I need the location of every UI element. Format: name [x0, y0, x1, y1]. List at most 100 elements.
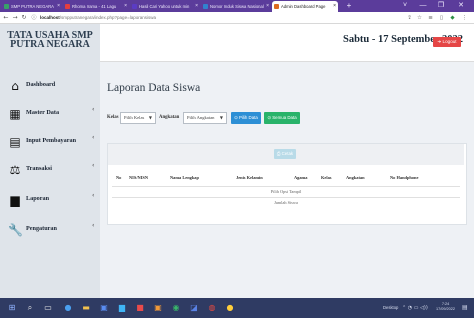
store-icon[interactable]: ▣ — [98, 302, 110, 314]
sidebar-item-transaksi[interactable]: ⚖ Transaksi ‹ — [0, 156, 100, 184]
kelas-label: Kelas — [107, 115, 119, 120]
sidebar-item-label: Transaksi — [26, 165, 53, 172]
app-yellow-icon[interactable]: ● — [224, 302, 236, 314]
angkatan-select[interactable]: Pilih Angkatan ▼ — [183, 112, 227, 124]
tab-search-button[interactable]: ˅ — [396, 0, 414, 12]
report-table-panel: ⎙ Cetak No NIS/NISN Nama Lengkap Jenis K… — [107, 143, 467, 225]
column-header: Angkatan — [346, 175, 365, 180]
file-explorer-icon[interactable]: ▬ — [80, 302, 92, 314]
logout-button[interactable]: ➜ Logout — [433, 37, 461, 47]
file-icon: ▆ — [10, 193, 20, 207]
app-green-icon[interactable]: ◉ — [170, 302, 182, 314]
close-tab-icon[interactable]: × — [333, 1, 336, 12]
sidebar-item-dashboard[interactable]: ⌂ Dashboard — [0, 72, 100, 100]
forward-icon[interactable]: → — [11, 12, 19, 24]
reading-list-icon[interactable]: ≡ — [426, 12, 435, 24]
windows-taskbar: ⊞ ⌕ ▭ ● ▬ ▣ ▆ ■ ▣ ◉ ◪ ◍ ● Desktop ⌃ ◔ ▭ … — [0, 298, 474, 318]
app-blue-icon[interactable]: ◪ — [188, 302, 200, 314]
tab-favicon-icon — [203, 4, 208, 9]
new-tab-button[interactable]: + — [340, 0, 358, 12]
notification-icon[interactable]: ▤ — [462, 298, 468, 318]
chevron-left-icon: ‹ — [92, 106, 95, 113]
chevron-down-icon: ▼ — [219, 115, 223, 120]
close-tab-icon[interactable]: × — [266, 1, 269, 12]
semua-data-button[interactable]: ⊙ Semua Data — [264, 112, 300, 124]
column-header: Agama — [294, 175, 308, 180]
back-icon[interactable]: ← — [2, 12, 10, 24]
tab-favicon-icon — [4, 4, 9, 9]
sidebar-item-label: Pengaturan — [26, 225, 57, 232]
scale-icon: ⚖ — [9, 163, 21, 177]
browser-menu-icon[interactable]: ⋮ — [460, 12, 469, 24]
address-bar-row: ← → ↻ ⓘ localhost/smpputranegara/index.p… — [0, 12, 474, 24]
sidebar-item-label: Dashboard — [26, 81, 56, 88]
sidebar-item-master-data[interactable]: ▦ Master Data ‹ — [0, 100, 100, 128]
main-content: Laporan Data Siswa Kelas Pilih Kelas ▼ A… — [100, 62, 474, 298]
app-header: TATA USAHA SMP PUTRA NEGARA Sabtu - 17 S… — [0, 24, 474, 62]
tab-rhoma-irama[interactable]: Rhoma Irama - 41 Lagu × — [63, 1, 129, 12]
pilih-data-button[interactable]: ⊙ Pilih Data — [231, 112, 261, 124]
wrench-icon: 🔧 — [8, 223, 23, 237]
site-info-icon[interactable]: ⓘ — [30, 12, 38, 24]
share-icon[interactable]: ⇪ — [405, 12, 414, 24]
angkatan-label: Angkatan — [159, 115, 180, 120]
desktop-toolbar-label[interactable]: Desktop — [383, 298, 398, 318]
sidebar: ⌂ Dashboard ▦ Master Data ‹ ▤ Input Pemb… — [0, 62, 100, 298]
close-tab-icon[interactable]: × — [124, 1, 127, 12]
column-header: Jenis Kelamin — [236, 175, 263, 180]
home-icon: ⌂ — [11, 79, 19, 93]
tab-favicon-icon — [132, 4, 137, 9]
column-header: Nama Lengkap — [170, 175, 199, 180]
sidebar-toggle-icon[interactable]: ▯ — [437, 12, 446, 24]
app-orange-icon[interactable]: ▣ — [152, 302, 164, 314]
bookmark-star-icon[interactable]: ☆ — [415, 12, 424, 24]
sidebar-item-pengaturan[interactable]: 🔧 Pengaturan ‹ — [0, 216, 100, 244]
money-icon: ▤ — [9, 135, 21, 149]
table-row-empty: Pilih Opsi Tampil — [112, 186, 460, 197]
sidebar-item-input-pembayaran[interactable]: ▤ Input Pembayaran ‹ — [0, 128, 100, 156]
tab-smp-putra-negara[interactable]: SMP PUTRA NEGARA × — [2, 1, 62, 12]
tab-favicon-icon — [274, 4, 279, 9]
start-windows-icon[interactable]: ⊞ — [6, 302, 18, 314]
minimize-button[interactable]: — — [414, 0, 432, 12]
task-view-icon[interactable]: ▭ — [42, 302, 54, 314]
column-header: Kelas — [321, 175, 332, 180]
filter-bar: Kelas Pilih Kelas ▼ Angkatan Pilih Angka… — [107, 112, 407, 126]
reload-icon[interactable]: ↻ — [20, 12, 28, 24]
chevron-left-icon: ‹ — [92, 192, 95, 199]
close-tab-icon[interactable]: × — [57, 1, 60, 12]
taskbar-clock[interactable]: 7:24 17/09/2022 — [436, 302, 455, 312]
sidebar-item-label: Laporan — [26, 195, 50, 202]
search-icon[interactable]: ⌕ — [24, 302, 36, 314]
column-header: No Handphone — [390, 175, 419, 180]
chevron-left-icon: ‹ — [92, 222, 95, 229]
sidebar-item-label: Master Data — [26, 109, 60, 116]
chrome-icon[interactable]: ◍ — [206, 302, 218, 314]
tab-admin-dashboard[interactable]: Admin Dashboard Page × — [272, 1, 338, 12]
table-icon: ▦ — [9, 107, 21, 121]
print-button[interactable]: ⎙ Cetak — [274, 149, 296, 159]
column-header: NIS/NISN — [129, 175, 149, 180]
tab-yahoo-search[interactable]: Hasil Cari Yahoo untuk min × — [130, 1, 200, 12]
sidebar-item-laporan[interactable]: ▆ Laporan ‹ — [0, 186, 100, 214]
panel-toolbar: ⎙ Cetak — [108, 144, 464, 165]
chevron-left-icon: ‹ — [92, 134, 95, 141]
app-red-icon[interactable]: ■ — [134, 302, 146, 314]
tab-nisn[interactable]: Nomor Induk Siswa Nasional × — [201, 1, 271, 12]
close-tab-icon[interactable]: × — [195, 1, 198, 12]
close-window-button[interactable]: ✕ — [452, 0, 470, 12]
url-input[interactable]: localhost/smpputranegara/index.php?page=… — [40, 14, 400, 22]
browser-tab-bar: SMP PUTRA NEGARA × Rhoma Irama - 41 Lagu… — [0, 0, 474, 12]
page-title: Laporan Data Siswa — [107, 82, 201, 94]
mail-icon[interactable]: ▆ — [116, 302, 128, 314]
table-row-total: Jumlah Siswa — [112, 197, 460, 208]
system-tray-icons[interactable]: ⌃ ◔ ▭ ◁)) — [402, 298, 428, 318]
maximize-button[interactable]: ❐ — [432, 0, 450, 12]
tab-favicon-icon — [65, 4, 70, 9]
brand-logo[interactable]: TATA USAHA SMP PUTRA NEGARA — [0, 24, 100, 62]
edge-icon[interactable]: ● — [62, 302, 74, 314]
table-header: No NIS/NISN Nama Lengkap Jenis Kelamin A… — [108, 171, 464, 185]
kelas-select[interactable]: Pilih Kelas ▼ — [120, 112, 156, 124]
sidebar-item-label: Input Pembayaran — [26, 137, 77, 144]
extension-icon[interactable]: ◆ — [448, 12, 457, 24]
